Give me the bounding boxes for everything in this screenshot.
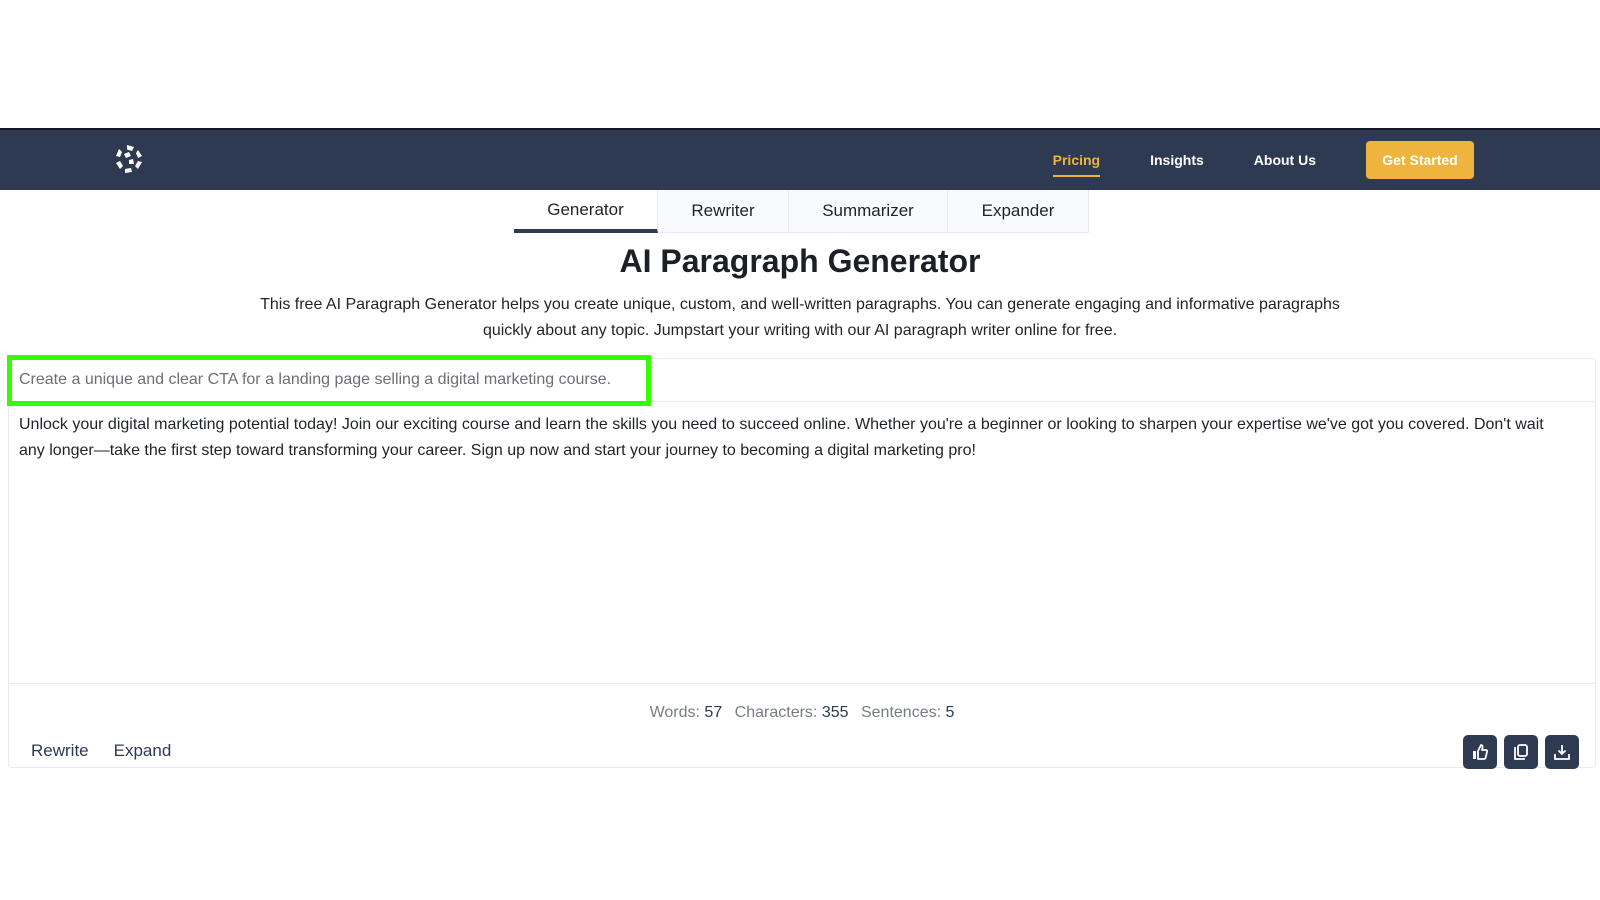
navbar: Pricing Insights About Us Get Started: [0, 128, 1600, 190]
like-button[interactable]: [1463, 735, 1497, 769]
action-links: Rewrite Expand: [31, 741, 196, 761]
generated-output-text[interactable]: Unlock your digital marketing potential …: [19, 412, 1567, 463]
download-button[interactable]: [1545, 735, 1579, 769]
download-icon: [1554, 745, 1570, 760]
word-count: Words: 57: [649, 704, 723, 721]
sentence-count: Sentences: 5: [860, 704, 955, 721]
tab-rewriter[interactable]: Rewriter: [658, 190, 789, 233]
tab-generator[interactable]: Generator: [514, 190, 658, 233]
expand-button[interactable]: Expand: [114, 741, 172, 761]
rewrite-button[interactable]: Rewrite: [31, 741, 89, 761]
description-line-2: quickly about any topic. Jumpstart your …: [482, 321, 1118, 339]
prompt-row: [7, 355, 1595, 406]
page-title: AI Paragraph Generator: [619, 243, 981, 279]
output-icon-buttons: [1456, 735, 1579, 769]
copy-icon: [1514, 744, 1528, 760]
text-stats: Words: 57 Characters: 355 Sentences: 5: [9, 704, 1595, 722]
tab-summarizer[interactable]: Summarizer: [789, 190, 948, 233]
editor-footer: Words: 57 Characters: 355 Sentences: 5 R…: [9, 683, 1595, 769]
nav-link-pricing[interactable]: Pricing: [1052, 152, 1101, 177]
nav-link-insights[interactable]: Insights: [1150, 152, 1204, 168]
tab-expander[interactable]: Expander: [948, 190, 1089, 233]
logo-icon[interactable]: [112, 142, 146, 176]
tool-tabs: Generator Rewriter Summarizer Expander: [514, 190, 1089, 233]
character-count: Characters: 355: [734, 704, 849, 721]
get-started-button[interactable]: Get Started: [1366, 141, 1474, 179]
editor-panel: Unlock your digital marketing potential …: [7, 355, 1596, 769]
nav-link-about-us[interactable]: About Us: [1254, 152, 1316, 168]
description-line-1: This free AI Paragraph Generator helps y…: [260, 296, 1340, 313]
copy-button[interactable]: [1504, 735, 1538, 769]
page-description: This free AI Paragraph Generator helps y…: [200, 292, 1400, 343]
thumbs-up-icon: [1473, 744, 1489, 760]
prompt-input[interactable]: [9, 359, 1009, 401]
nav-links: Pricing Insights About Us Get Started: [1052, 130, 1600, 190]
